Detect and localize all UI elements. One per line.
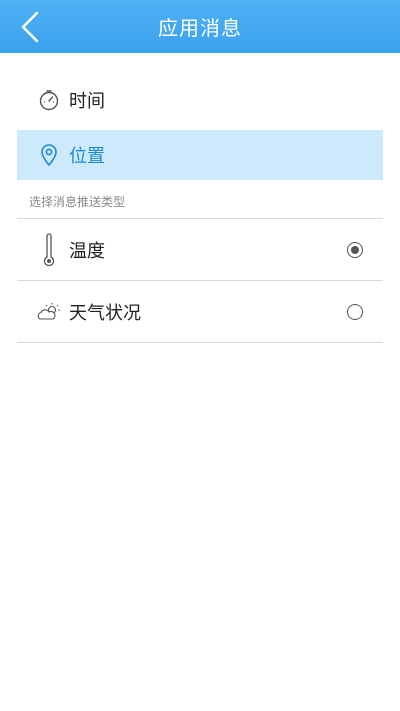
app-screen: 应用消息 时间 位置 选择消息推送类型 温度 天气状况 xyxy=(0,0,400,711)
menu-item-time[interactable]: 时间 xyxy=(17,75,383,125)
push-type-options: 温度 天气状况 xyxy=(17,218,383,343)
option-label: 温度 xyxy=(69,240,105,262)
partly-cloudy-icon xyxy=(35,294,63,330)
radio-temperature[interactable] xyxy=(347,241,363,258)
location-pin-icon xyxy=(37,143,61,167)
radio-checked-dot xyxy=(351,245,359,254)
option-label: 天气状况 xyxy=(69,302,141,324)
menu-item-location[interactable]: 位置 xyxy=(17,130,383,180)
page-title: 应用消息 xyxy=(158,16,242,40)
thermometer-icon xyxy=(35,232,63,268)
chevron-left-icon xyxy=(21,11,39,43)
stopwatch-icon xyxy=(37,88,61,112)
back-button[interactable] xyxy=(12,8,48,46)
option-weather[interactable]: 天气状况 xyxy=(17,281,383,343)
menu-list: 时间 位置 xyxy=(17,75,383,180)
menu-item-label: 位置 xyxy=(69,146,105,167)
option-temperature[interactable]: 温度 xyxy=(17,219,383,281)
radio-weather[interactable] xyxy=(347,303,363,320)
header-bar: 应用消息 xyxy=(0,0,400,53)
section-caption: 选择消息推送类型 xyxy=(29,195,126,209)
menu-item-label: 时间 xyxy=(69,91,105,112)
